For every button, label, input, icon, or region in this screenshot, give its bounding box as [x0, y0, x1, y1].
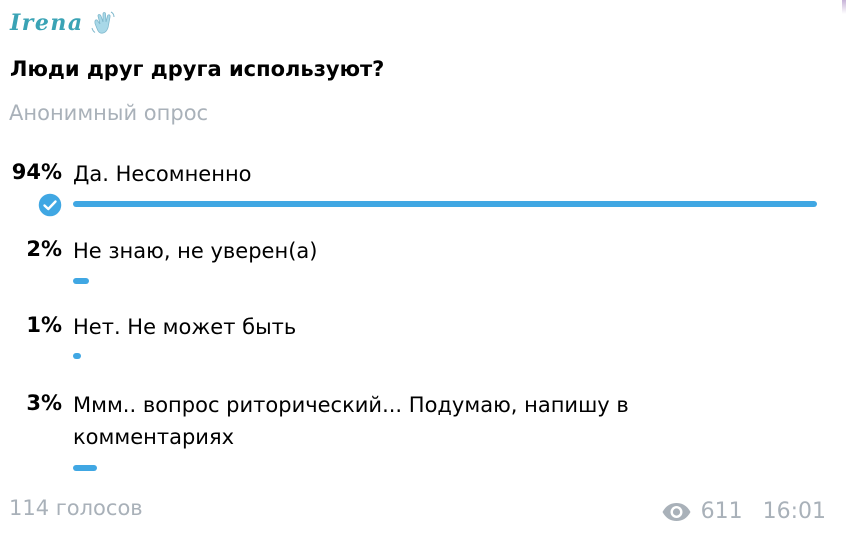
option-result-bar	[73, 201, 817, 207]
poll-question: Люди друг друга используют?	[10, 57, 385, 81]
poll-option[interactable]: 94% Да. Несомненно	[0, 158, 846, 218]
bubble-edge	[842, 0, 846, 14]
poll-message: Irena Люди друг друга используют? Аноним…	[0, 0, 846, 544]
poll-type-label: Анонимный опрос	[9, 101, 209, 125]
option-label: Нет. Не может быть	[73, 315, 297, 339]
option-percent: 1%	[26, 313, 62, 337]
option-result-bar	[73, 465, 97, 471]
poll-option[interactable]: 1% Нет. Не может быть	[0, 311, 846, 363]
view-count: 611	[700, 499, 743, 524]
option-percent: 3%	[26, 391, 62, 415]
option-percent: 2%	[26, 237, 62, 261]
option-result-bar	[73, 278, 89, 284]
chosen-check-icon	[37, 192, 63, 218]
poll-option[interactable]: 2% Не знаю, не уверен(а)	[0, 235, 846, 287]
poll-option[interactable]: 3% Ммм.. вопрос риторический... Подумаю,…	[0, 389, 846, 475]
option-result-bar	[73, 353, 81, 359]
option-label: Не знаю, не уверен(а)	[73, 239, 318, 263]
author-name[interactable]: Irena	[10, 10, 84, 36]
vote-count: 114 голосов	[9, 496, 143, 520]
option-label: Да. Несомненно	[73, 162, 252, 186]
option-label: Ммм.. вопрос риторический... Подумаю, на…	[73, 393, 629, 449]
eye-icon	[662, 502, 691, 521]
message-meta: 611 16:01	[661, 499, 826, 524]
message-time: 16:01	[762, 499, 826, 524]
waving-hand-icon	[91, 11, 115, 34]
author-header[interactable]: Irena	[10, 8, 116, 38]
option-percent: 94%	[11, 160, 62, 184]
